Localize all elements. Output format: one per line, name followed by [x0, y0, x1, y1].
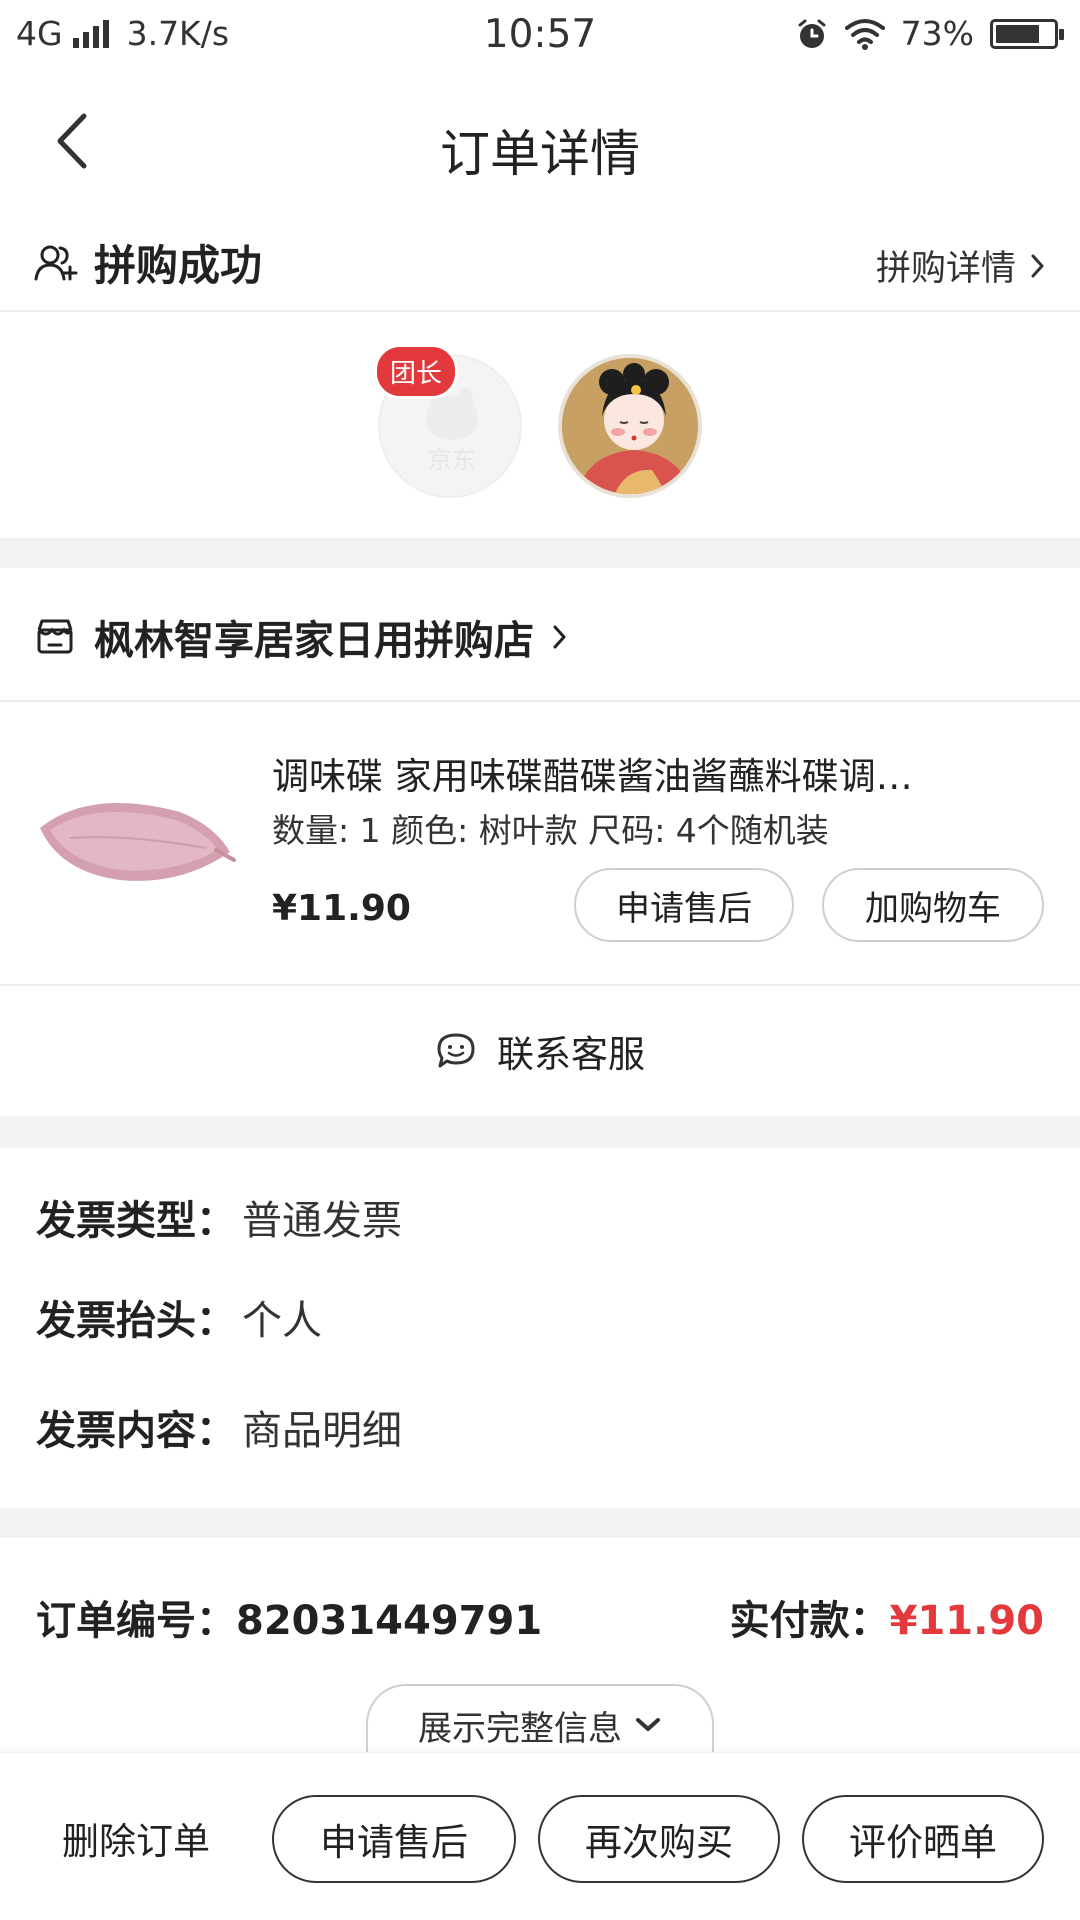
- member-avatar-image: [562, 358, 698, 494]
- battery-icon: [990, 18, 1064, 49]
- section-gap: [0, 538, 1080, 568]
- delete-order-button[interactable]: 删除订单: [62, 1811, 210, 1865]
- product-image[interactable]: [30, 768, 240, 918]
- shop-row[interactable]: 枫林智享居家日用拼购店: [0, 568, 1080, 702]
- status-right: 73%: [795, 14, 1064, 53]
- invoice-header-row: 发票抬头： 个人: [36, 1288, 322, 1346]
- contact-service-label: 联系客服: [497, 1033, 645, 1076]
- invoice-header-value: 个人: [242, 1298, 322, 1344]
- group-members: 京东 团长: [0, 312, 1080, 538]
- product-item[interactable]: 调味碟 家用味碟醋碟酱油酱蘸料碟调… 数量: 1 颜色: 树叶款 尺码: 4个随…: [0, 702, 1080, 986]
- wifi-icon: [844, 18, 885, 50]
- battery-percent: 73%: [900, 14, 974, 53]
- chevron-right-icon: [553, 625, 566, 649]
- after-sale-button[interactable]: 申请售后: [272, 1795, 516, 1883]
- product-price: ¥11.90: [272, 888, 411, 929]
- product-spec: 数量: 1 颜色: 树叶款 尺码: 4个随机装: [272, 811, 829, 850]
- review-button[interactable]: 评价晒单: [802, 1795, 1044, 1883]
- group-users-icon: [34, 245, 78, 280]
- order-number: 订单编号：82031449791: [36, 1588, 542, 1646]
- group-buy-status: 拼购成功: [34, 232, 262, 293]
- leader-badge: 团长: [374, 344, 459, 399]
- invoice-header-label: 发票抬头：: [36, 1298, 236, 1344]
- chevron-right-icon: [1031, 254, 1044, 277]
- show-full-info-label: 展示完整信息: [418, 1708, 622, 1749]
- invoice-content-label: 发票内容：: [36, 1408, 236, 1454]
- store-icon: [37, 619, 73, 654]
- invoice-section: 发票类型： 普通发票 发票抬头： 个人 发票内容： 商品明细: [0, 1148, 1080, 1508]
- order-number-label: 订单编号：: [36, 1598, 236, 1644]
- group-buy-detail-link[interactable]: 拼购详情: [876, 240, 1046, 291]
- leaf-dish-image: [40, 803, 236, 881]
- status-bar: 4G 3.7K/s 10:57 73%: [0, 0, 1080, 74]
- group-buy-row: 拼购成功 拼购详情: [0, 212, 1080, 312]
- group-buy-detail-label: 拼购详情: [875, 249, 1016, 289]
- invoice-type-label: 发票类型：: [36, 1198, 236, 1244]
- invoice-content-value: 商品明细: [242, 1408, 402, 1454]
- leader-avatar-watermark: 京东: [428, 446, 476, 474]
- product-after-sale-button[interactable]: 申请售后: [574, 868, 794, 942]
- alarm-icon: [798, 19, 826, 48]
- shop-name[interactable]: 枫林智享居家日用拼购店: [34, 608, 568, 666]
- chevron-down-icon: [636, 1718, 660, 1731]
- section-gap: [0, 1116, 1080, 1148]
- invoice-type-row: 发票类型： 普通发票: [36, 1188, 402, 1246]
- paid-amount: 实付款：¥11.90: [730, 1588, 1044, 1646]
- group-buy-status-label: 拼购成功: [94, 241, 263, 290]
- product-title[interactable]: 调味碟 家用味碟醋碟酱油酱蘸料碟调…: [272, 746, 1032, 800]
- bottom-action-bar: 删除订单 申请售后 再次购买 评价晒单: [0, 1752, 1080, 1920]
- add-to-cart-button[interactable]: 加购物车: [822, 868, 1044, 942]
- customer-service-icon: [437, 1033, 475, 1068]
- paid-amount-value: ¥11.90: [889, 1598, 1044, 1644]
- section-gap: [0, 1508, 1080, 1538]
- buy-again-button[interactable]: 再次购买: [538, 1795, 780, 1883]
- member-avatar[interactable]: [558, 354, 702, 498]
- shop-name-label: 枫林智享居家日用拼购店: [94, 618, 534, 664]
- paid-amount-label: 实付款：: [729, 1598, 890, 1644]
- nav-bar: 订单详情: [0, 74, 1080, 212]
- order-number-value[interactable]: 82031449791: [236, 1598, 542, 1644]
- page-title: 订单详情: [440, 125, 640, 183]
- order-info: 订单编号：82031449791 实付款：¥11.90: [0, 1538, 1080, 1698]
- contact-service-button[interactable]: 联系客服: [0, 986, 1080, 1116]
- invoice-content-row: 发票内容： 商品明细: [36, 1398, 402, 1456]
- invoice-type-value: 普通发票: [242, 1198, 402, 1244]
